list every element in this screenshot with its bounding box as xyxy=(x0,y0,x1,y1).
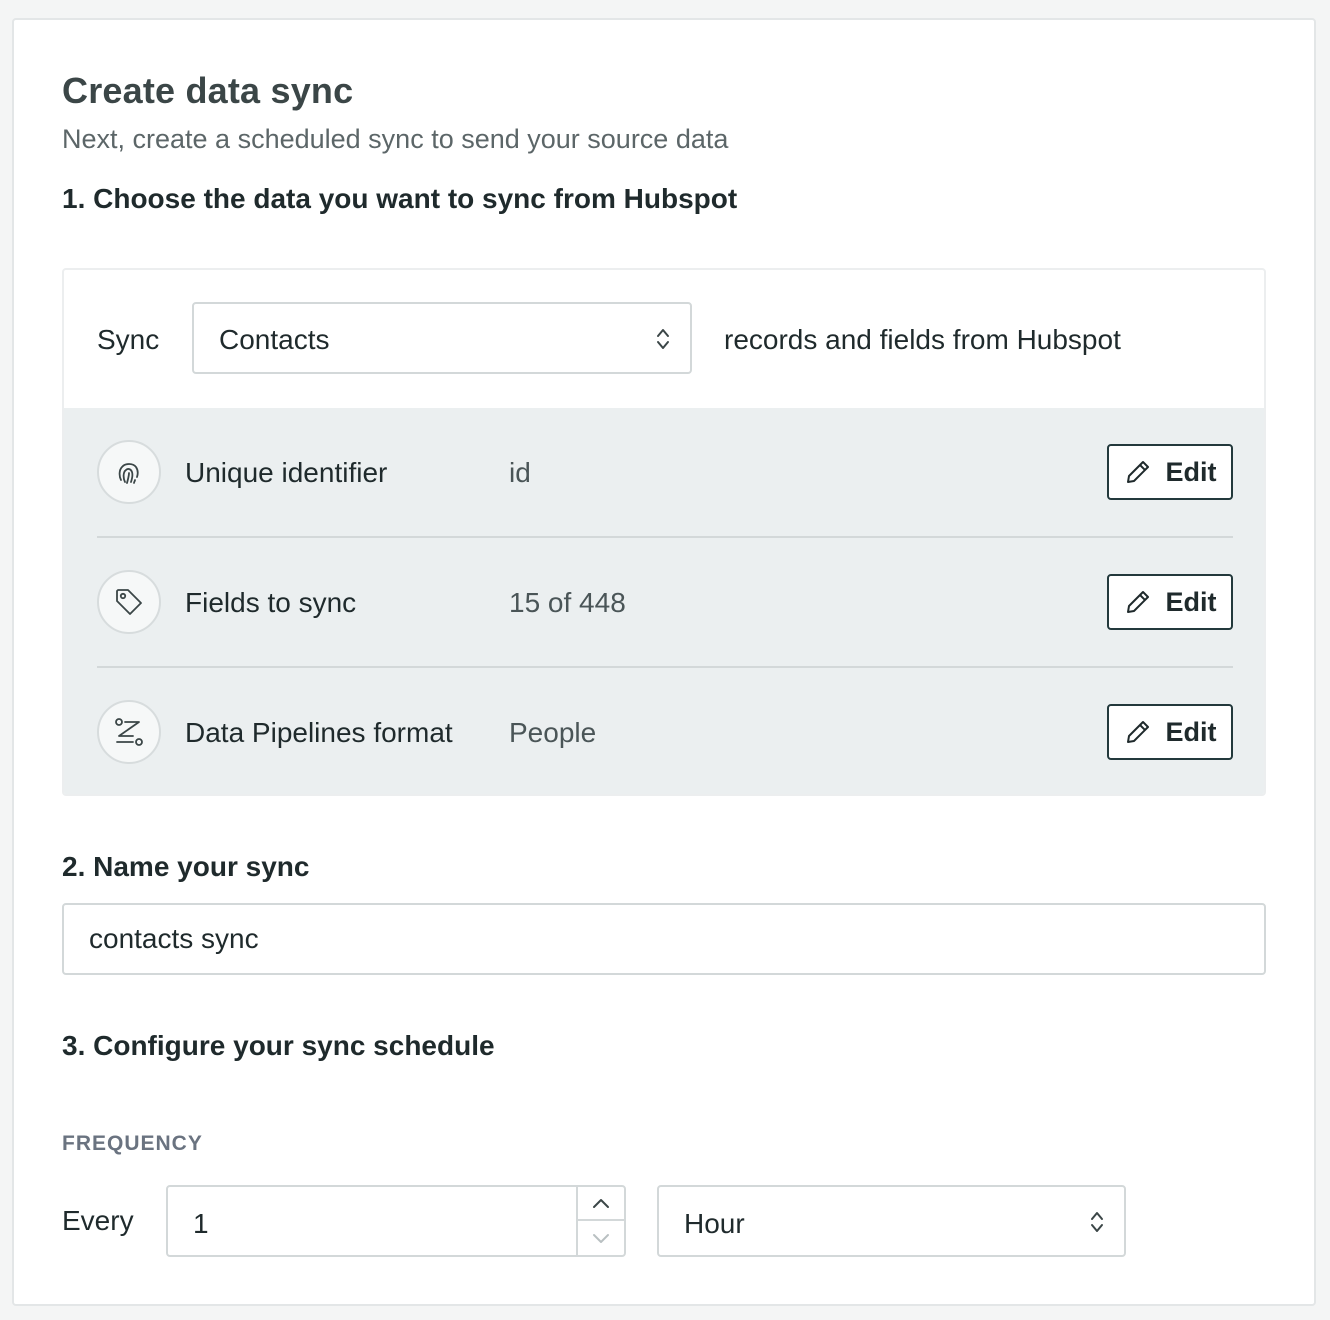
sync-settings-list: Unique identifier id Edit Fields to sync… xyxy=(64,408,1264,794)
edit-button-label: Edit xyxy=(1165,586,1217,617)
row-value: id xyxy=(509,457,531,488)
step-3-heading: 3. Configure your sync schedule xyxy=(62,1030,495,1061)
chevron-up-down-icon xyxy=(1091,1212,1103,1232)
increment-button[interactable] xyxy=(578,1187,624,1221)
decrement-button[interactable] xyxy=(578,1221,624,1255)
data-pipelines-format-row: Data Pipelines format People Edit xyxy=(97,668,1233,794)
sync-label: Sync xyxy=(97,324,160,355)
step-1-heading: 1. Choose the data you want to sync from… xyxy=(62,183,738,214)
row-label: Data Pipelines format xyxy=(185,717,453,748)
step-2-heading: 2. Name your sync xyxy=(62,851,310,882)
sync-name-input[interactable] xyxy=(62,903,1266,975)
every-label: Every xyxy=(62,1205,134,1236)
edit-unique-identifier-button[interactable]: Edit xyxy=(1107,444,1233,500)
page-title: Create data sync xyxy=(62,70,354,111)
fingerprint-icon xyxy=(97,440,161,504)
pencil-icon xyxy=(1126,721,1149,743)
interval-value: 1 xyxy=(193,1208,209,1239)
edit-button-label: Edit xyxy=(1165,716,1217,747)
edit-fields-to-sync-button[interactable]: Edit xyxy=(1107,574,1233,630)
sync-object-suffix: records and fields from Hubspot xyxy=(724,324,1121,355)
row-value: People xyxy=(509,717,597,748)
pencil-icon xyxy=(1126,461,1149,483)
frequency-label: FREQUENCY xyxy=(62,1132,203,1155)
pencil-icon xyxy=(1126,591,1149,613)
interval-unit-select[interactable]: Hour xyxy=(657,1185,1126,1257)
interval-number-input[interactable]: 1 xyxy=(166,1185,626,1257)
edit-button-label: Edit xyxy=(1165,456,1217,487)
row-value: 15 of 448 xyxy=(509,587,626,618)
edit-data-pipelines-format-button[interactable]: Edit xyxy=(1107,704,1233,760)
interval-stepper xyxy=(576,1187,624,1255)
chevron-up-icon xyxy=(593,1199,609,1208)
fields-to-sync-row: Fields to sync 15 of 448 Edit xyxy=(97,538,1233,668)
sync-object-select[interactable]: Contacts xyxy=(192,302,692,374)
chevron-down-icon xyxy=(593,1234,609,1243)
row-label: Fields to sync xyxy=(185,587,357,618)
data-selection-panel: Sync Contacts records and fields from Hu… xyxy=(62,268,1266,796)
unique-identifier-row: Unique identifier id Edit xyxy=(97,408,1233,538)
tag-icon xyxy=(97,570,161,634)
sync-object-row: Sync Contacts records and fields from Hu… xyxy=(64,270,1264,408)
sync-object-value: Contacts xyxy=(219,324,330,355)
interval-unit-value: Hour xyxy=(684,1208,745,1239)
transform-icon xyxy=(97,700,161,764)
row-label: Unique identifier xyxy=(185,457,388,488)
page-subtitle: Next, create a scheduled sync to send yo… xyxy=(62,124,729,154)
chevron-up-down-icon xyxy=(657,329,669,349)
